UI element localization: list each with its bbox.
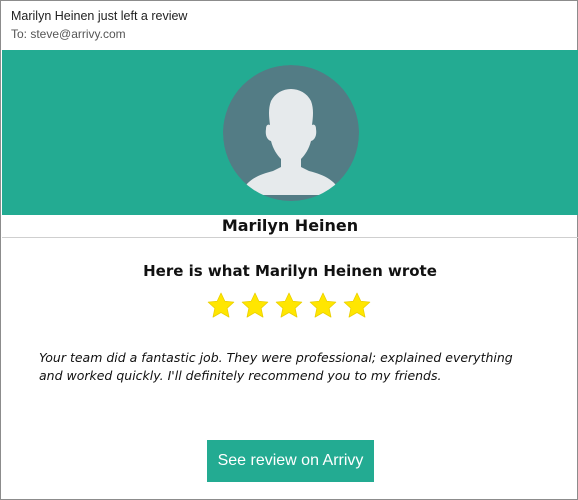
star-shape <box>207 292 235 318</box>
user-silhouette-icon <box>223 65 359 201</box>
review-text: Your team did a fantastic job. They were… <box>39 350 513 383</box>
see-review-button[interactable]: See review on Arrivy <box>207 440 374 482</box>
header-banner <box>2 50 578 215</box>
star-icon <box>241 292 269 318</box>
star-icon <box>309 292 337 318</box>
reviewer-name: Marilyn Heinen <box>221 216 359 235</box>
star-shape <box>309 292 337 318</box>
star-shape <box>275 292 303 318</box>
star-icon <box>343 292 371 318</box>
star-shape <box>343 292 371 318</box>
review-heading: Here is what Marilyn Heinen wrote <box>143 262 437 280</box>
reviewer-name-row: Marilyn Heinen <box>2 215 578 238</box>
star-rating <box>206 291 376 323</box>
avatar <box>223 65 359 201</box>
email-recipient: To: steve@arrivy.com <box>11 27 126 41</box>
email-window: Marilyn Heinen just left a review To: st… <box>0 0 578 500</box>
star-icon <box>207 292 235 318</box>
star-icon <box>275 292 303 318</box>
email-subject: Marilyn Heinen just left a review <box>11 9 188 23</box>
star-shape <box>241 292 269 318</box>
email-header: Marilyn Heinen just left a review To: st… <box>11 8 571 42</box>
